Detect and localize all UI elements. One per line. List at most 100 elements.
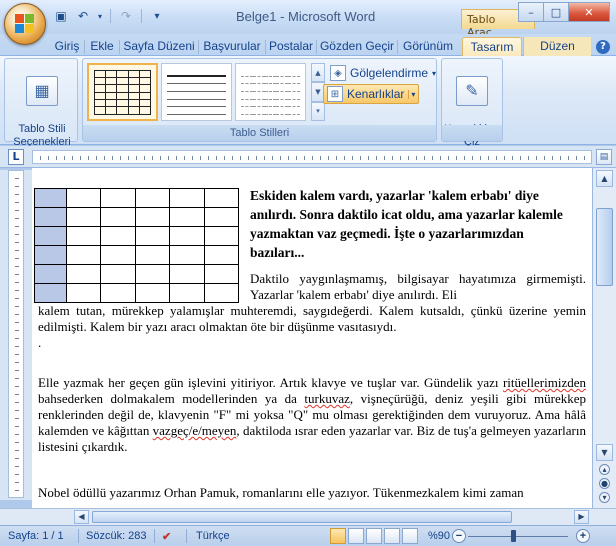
scroll-left-icon[interactable]: ◀	[74, 510, 89, 524]
save-icon[interactable]: ▣	[52, 7, 70, 25]
borders-button[interactable]: ⊞ Kenarlıklar ▾	[323, 84, 420, 104]
zoom-level[interactable]: %90	[428, 530, 450, 542]
scroll-thumb[interactable]	[596, 208, 613, 286]
ruler-row: L ▤	[0, 146, 616, 168]
gallery-up-icon[interactable]: ▲	[311, 63, 325, 83]
prev-page-icon[interactable]: ▴	[599, 464, 610, 475]
misspelled-word[interactable]: turkuvaz	[304, 391, 349, 406]
paint-bucket-icon: ◈	[330, 65, 346, 81]
word-count[interactable]: Sözcük: 283	[86, 530, 147, 542]
tab-tasarim[interactable]: Tasarım	[462, 37, 522, 56]
status-bar: Sayfa: 1 / 1 Sözcük: 283 ✔ Türkçe %90 − …	[0, 525, 616, 546]
help-icon[interactable]: ?	[596, 40, 610, 54]
table-styles-group-label: Tablo Stilleri	[83, 125, 436, 141]
outline-icon[interactable]	[384, 528, 400, 544]
borders-label: Kenarlıklar	[347, 87, 405, 101]
misspelled-word[interactable]: vazgeç/e/meyen	[153, 423, 237, 438]
horizontal-scrollbar[interactable]: ◀ ▶	[0, 508, 616, 525]
maximize-button[interactable]: □	[543, 2, 569, 22]
window-title: Belge1 - Microsoft Word	[236, 9, 376, 24]
paragraph-1c: .	[38, 335, 42, 350]
group-table-styles: ▲ ▼ ▾ ◈ Gölgelendirme ▾ ⊞ Kenarlıklar ▾ …	[82, 58, 437, 142]
shading-button[interactable]: ◈ Gölgelendirme ▾	[327, 63, 439, 83]
ribbon: ▦ Tablo Stili Seçenekleri ▲ ▼ ▾ ◈ Gölgel…	[0, 56, 616, 148]
print-layout-icon[interactable]	[330, 528, 346, 544]
tab-separator	[198, 40, 199, 54]
table-style-grid[interactable]	[87, 63, 158, 121]
zoom-slider-thumb[interactable]	[511, 530, 516, 542]
title-bar: ▣ ↶ ▾ ↷ ▾ Belge1 - Microsoft Word Tablo …	[0, 0, 616, 39]
gallery-more-icon[interactable]: ▾	[311, 101, 325, 121]
paragraph-1b: kalem tutan, mürekkep yalamışlar muhtere…	[38, 303, 586, 334]
group-draw-borders: ✎ Kenarlıkları Çiz	[441, 58, 503, 148]
scroll-down-icon[interactable]: ▼	[596, 444, 613, 461]
ribbon-tabs: Giriş Ekle Sayfa Düzeni Başvurular Posta…	[0, 34, 616, 56]
table-styles-gallery	[87, 63, 308, 121]
vertical-scrollbar[interactable]: ▲ ▼ ▴ ● ▾	[592, 168, 616, 508]
proofing-icon[interactable]: ✔	[162, 530, 171, 543]
customize-icon[interactable]: ▾	[148, 7, 166, 25]
tab-separator	[265, 40, 266, 54]
scroll-right-icon[interactable]: ▶	[574, 510, 589, 524]
zoom-slider-track[interactable]	[468, 536, 568, 537]
misspelled-word[interactable]: ritüellerimizden	[503, 375, 586, 390]
borders-icon: ⊞	[327, 86, 343, 102]
table-style-options-button[interactable]: ▦ Tablo Stili Seçenekleri	[11, 63, 73, 149]
tab-selector-icon[interactable]: L	[8, 149, 24, 165]
document-table[interactable]	[34, 188, 240, 303]
table-style-options-label: Tablo Stili Seçenekleri	[13, 123, 71, 148]
zoom-out-icon[interactable]: −	[452, 529, 466, 543]
browse-object-icon[interactable]: ●	[599, 478, 610, 489]
paragraph-2: Elle yazmak her geçen gün işlevini yitir…	[38, 375, 586, 454]
status-separator	[186, 529, 187, 543]
office-button[interactable]	[4, 3, 46, 45]
document-heading: Eskiden kalem vardı, yazarlar 'kalem erb…	[250, 188, 563, 260]
full-screen-reading-icon[interactable]	[348, 528, 364, 544]
tab-sayfa-duzeni[interactable]: Sayfa Düzeni	[122, 37, 196, 56]
group-table-style-options: ▦ Tablo Stili Seçenekleri	[4, 58, 78, 148]
qat-separator	[110, 9, 111, 23]
undo-dropdown-icon[interactable]: ▾	[96, 7, 104, 25]
horizontal-ruler[interactable]	[32, 150, 592, 164]
page[interactable]: Eskiden kalem vardı, yazarlar 'kalem erb…	[32, 186, 592, 501]
window-controls: – □ ✕	[518, 2, 610, 22]
tab-separator	[397, 40, 398, 54]
scroll-up-icon[interactable]: ▲	[596, 170, 613, 187]
tab-separator	[119, 40, 120, 54]
draft-icon[interactable]	[402, 528, 418, 544]
horizontal-scroll-thumb[interactable]	[92, 511, 512, 523]
status-separator	[154, 529, 155, 543]
document-area[interactable]: Eskiden kalem vardı, yazarlar 'kalem erb…	[32, 168, 592, 508]
tab-ekle[interactable]: Ekle	[87, 37, 117, 56]
tab-gozden-gecir[interactable]: Gözden Geçir	[319, 37, 395, 56]
paragraph-1a: Daktilo yaygınlaşmamış, bilgisayar hayat…	[250, 271, 586, 302]
web-layout-icon[interactable]	[366, 528, 382, 544]
pencil-table-icon: ✎	[456, 76, 488, 106]
zoom-in-icon[interactable]: +	[576, 529, 590, 543]
status-separator	[78, 529, 79, 543]
table-style-light[interactable]	[235, 63, 306, 121]
tab-basvurular[interactable]: Başvurular	[201, 37, 263, 56]
view-ruler-icon[interactable]: ▤	[596, 149, 612, 165]
language[interactable]: Türkçe	[196, 530, 230, 542]
redo-icon[interactable]: ↷	[117, 7, 135, 25]
shading-label: Gölgelendirme	[350, 66, 429, 80]
tab-postalar[interactable]: Postalar	[268, 37, 314, 56]
vertical-ruler[interactable]	[8, 170, 24, 498]
tab-separator	[316, 40, 317, 54]
tab-duzen[interactable]: Düzen	[523, 37, 591, 56]
chevron-down-icon: ▾	[408, 89, 415, 99]
next-page-icon[interactable]: ▾	[599, 492, 610, 503]
table-style-lines[interactable]	[161, 63, 232, 121]
quick-access-toolbar: ▣ ↶ ▾ ↷ ▾	[52, 6, 166, 26]
paragraph-3: Nobel ödüllü yazarımız Orhan Pamuk, roma…	[38, 485, 524, 500]
qat-separator	[141, 9, 142, 23]
minimize-button[interactable]: –	[518, 2, 544, 22]
tab-giris[interactable]: Giriş	[52, 37, 82, 56]
page-count[interactable]: Sayfa: 1 / 1	[8, 530, 64, 542]
close-button[interactable]: ✕	[568, 2, 610, 22]
office-logo-icon	[15, 14, 35, 34]
chevron-down-icon: ▾	[432, 68, 437, 78]
undo-icon[interactable]: ↶	[74, 7, 92, 25]
tab-gorunum[interactable]: Görünüm	[400, 37, 456, 56]
